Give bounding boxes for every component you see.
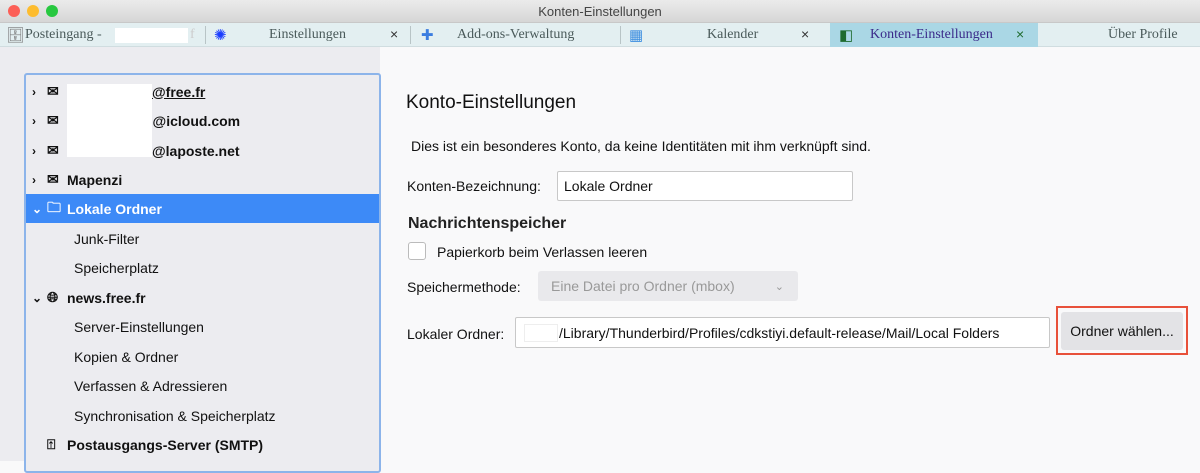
mail-icon: ✉ [47,83,59,99]
mail-icon: ✉ [47,142,59,158]
account-settings-icon: ◧ [839,28,854,44]
tab-einstellungen[interactable]: ✺ Einstellungen × [206,23,410,47]
tree-item-lokale-ordner[interactable]: ⌄ 🗀 Lokale Ordner [26,194,379,223]
calendar-icon: ▦ [629,28,644,44]
puzzle-icon: ✚ [421,28,434,44]
redacted-block [67,84,152,157]
tree-item-smtp[interactable]: ⍐ Postausgangs-Server (SMTP) [26,430,379,459]
tree-item-server-einstellungen[interactable]: Server-Einstellungen [26,312,379,341]
empty-trash-label[interactable]: Papierkorb beim Verlassen leeren [437,244,647,260]
tab-konten-einstellungen[interactable]: ◧ Konten-Einstellungen × [830,23,1038,47]
tab-add-ons[interactable]: ✚ Add-ons-Verwaltung [411,23,620,47]
close-tab-icon[interactable]: × [801,26,809,42]
close-tab-icon[interactable]: × [390,26,398,42]
redacted-block [524,323,558,342]
redacted-block [115,28,188,43]
tab-bar: 🗄 Posteingang - f ✺ Einstellungen × ✚ Ad… [0,23,1200,47]
mail-icon: ✉ [47,112,59,128]
tree-item-synchronisation[interactable]: Synchronisation & Speicherplatz [26,401,379,430]
local-folder-input[interactable]: /Library/Thunderbird/Profiles/cdkstiyi.d… [515,317,1050,348]
account-tree[interactable]: › ✉ @free.fr › ✉ h@icloud.com › ✉ @laposte.net… [24,73,381,473]
tree-item-kopien-ordner[interactable]: Kopien & Ordner [26,342,379,371]
storage-method-select: Eine Datei pro Ordner (mbox) ⌄ [538,271,798,301]
account-name-label: Konten-Bezeichnung: [407,178,541,194]
info-text: Dies ist ein besonderes Konto, da keine … [411,138,871,154]
title-bar: Konten-Einstellungen [0,0,1200,23]
folder-icon: 🗀 [47,198,61,215]
globe-icon: 🌐︎ [47,289,59,305]
page-title: Konto-Einstellungen [406,92,577,113]
window-title: Konten-Einstellungen [538,4,662,19]
local-folder-label: Lokaler Ordner: [407,326,505,342]
tab-kalender[interactable]: ▦ Kalender × [621,23,830,47]
tab-ueber-profile[interactable]: Über Profile [1038,23,1200,47]
account-settings-pane: Konto-Einstellungen Dies ist ein besonde… [381,47,1200,461]
tree-item-junk-filter[interactable]: Junk-Filter [26,224,379,253]
close-tab-icon[interactable]: × [1016,26,1024,42]
mail-icon: ✉ [47,171,59,187]
gear-icon: ✺ [214,28,227,44]
empty-trash-checkbox[interactable] [408,242,426,260]
account-name-input[interactable]: Lokale Ordner [557,171,853,201]
outbox-icon: ⍐ [47,436,56,452]
inbox-icon: 🗄 [6,28,26,44]
tab-posteingang[interactable]: 🗄 Posteingang - f [0,23,205,47]
highlight-box [1056,306,1188,355]
section-heading: Nachrichtenspeicher [408,215,567,232]
tree-item-mapenzi[interactable]: › ✉ Mapenzi [26,165,379,194]
tree-item-speicherplatz[interactable]: Speicherplatz [26,253,379,282]
tree-item-verfassen[interactable]: Verfassen & Adressieren [26,371,379,400]
tree-item-news[interactable]: ⌄ 🌐︎ news.free.fr [26,283,379,312]
chevron-down-icon: ⌄ [774,280,784,293]
storage-method-label: Speichermethode: [407,279,521,295]
